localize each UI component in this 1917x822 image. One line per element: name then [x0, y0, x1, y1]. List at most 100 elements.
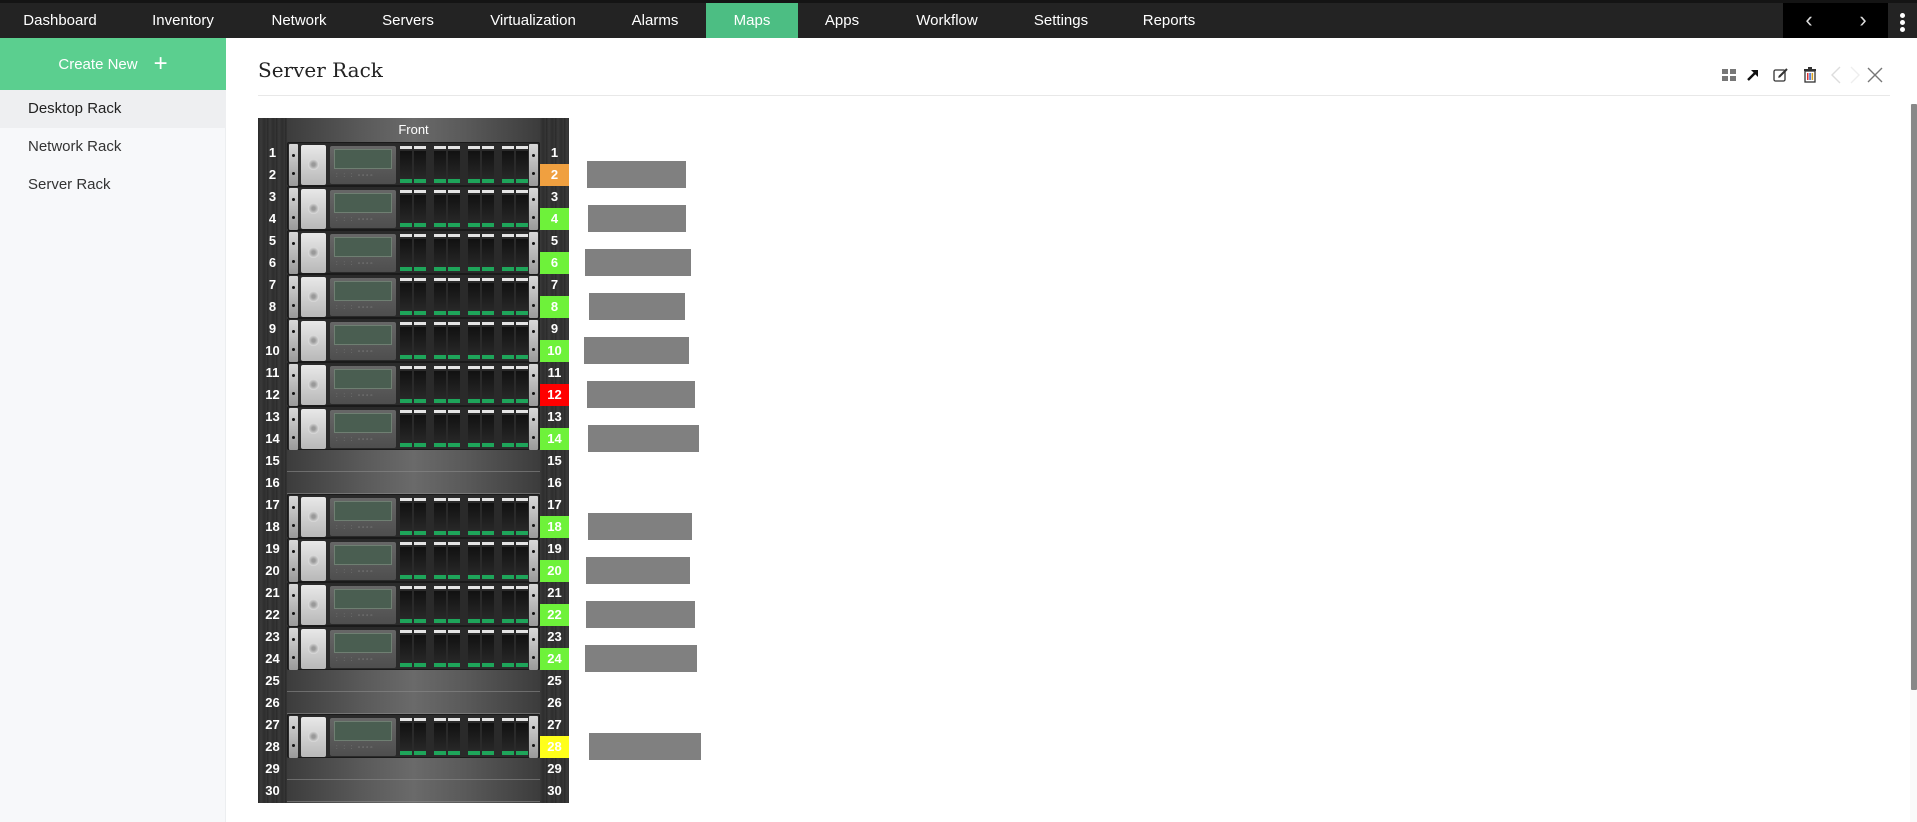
server-unit[interactable]: : : : ▫▫▫▫ [287, 714, 540, 758]
server-panel: : : : ▫▫▫▫ [330, 146, 396, 184]
sidebar-item-network-rack[interactable]: Network Rack [0, 128, 226, 166]
unit-number-left: 9 [268, 321, 277, 336]
unit-number-right: 29 [547, 761, 562, 776]
redacted-device-label[interactable] [586, 557, 690, 584]
server-panel: : : : ▫▫▫▫ [330, 718, 396, 756]
server-panel: : : : ▫▫▫▫ [330, 498, 396, 536]
drive-bay-icon [501, 541, 515, 581]
drive-bay-icon [481, 233, 495, 273]
tab-inventory[interactable]: Inventory [120, 3, 246, 38]
drive-bays [399, 145, 528, 185]
drive-bay-icon [413, 365, 427, 405]
tab-apps[interactable]: Apps [798, 3, 886, 38]
expand-arrow-icon[interactable] [1743, 64, 1763, 86]
rack-ear-left [289, 276, 298, 318]
server-unit[interactable]: : : : ▫▫▫▫ [287, 494, 540, 538]
redacted-device-label[interactable] [587, 161, 686, 188]
tab-alarms[interactable]: Alarms [610, 3, 700, 38]
redacted-device-label[interactable] [588, 513, 692, 540]
server-panel: : : : ▫▫▫▫ [330, 410, 396, 448]
unit-number-left: 18 [265, 519, 280, 534]
drive-bay-icon [433, 497, 447, 537]
empty-slot-divider [287, 471, 540, 472]
drive-bay-icon [399, 409, 413, 449]
server-unit[interactable]: : : : ▫▫▫▫ [287, 626, 540, 670]
rack-ear-left [289, 496, 298, 538]
tab-servers[interactable]: Servers [360, 3, 456, 38]
server-unit[interactable]: : : : ▫▫▫▫ [287, 142, 540, 186]
redacted-device-label[interactable] [589, 293, 685, 320]
lcd-display [334, 237, 392, 257]
rack-ear-right [529, 496, 538, 538]
server-unit[interactable]: : : : ▫▫▫▫ [287, 230, 540, 274]
tab-maps[interactable]: Maps [706, 3, 798, 38]
tab-reports[interactable]: Reports [1120, 3, 1218, 38]
drive-bay-icon [413, 629, 427, 669]
unit-number-right: 10 [547, 343, 562, 358]
unit-number-right: 12 [547, 387, 562, 402]
drive-bays [399, 233, 528, 273]
next-icon[interactable] [1845, 64, 1865, 86]
unit-number-right: 7 [550, 277, 559, 292]
chevron-left-icon[interactable]: ‹ [1789, 3, 1829, 38]
sidebar-item-desktop-rack[interactable]: Desktop Rack [0, 90, 226, 128]
tab-virtualization[interactable]: Virtualization [470, 3, 596, 38]
drive-bay-icon [467, 585, 481, 625]
unit-number-right: 4 [550, 211, 559, 226]
redacted-device-label[interactable] [586, 601, 695, 628]
unit-number-right: 24 [547, 651, 562, 666]
unit-number-right: 25 [547, 673, 562, 688]
empty-slot-divider [287, 779, 540, 780]
redacted-device-label[interactable] [584, 337, 689, 364]
sidebar-item-server-rack[interactable]: Server Rack [0, 166, 226, 204]
edit-icon[interactable] [1771, 64, 1791, 86]
unit-number-left: 25 [265, 673, 280, 688]
drive-bays [399, 189, 528, 229]
drive-bay-icon [467, 189, 481, 229]
server-unit[interactable]: : : : ▫▫▫▫ [287, 318, 540, 362]
rack-ear-left [289, 188, 298, 230]
drive-bay-icon [433, 145, 447, 185]
redacted-device-label[interactable] [588, 425, 699, 452]
tab-network[interactable]: Network [252, 3, 346, 38]
server-unit[interactable]: : : : ▫▫▫▫ [287, 274, 540, 318]
unit-number-left: 3 [268, 189, 277, 204]
drive-bay-icon [515, 717, 529, 757]
tab-workflow[interactable]: Workflow [895, 3, 999, 38]
grid-view-icon[interactable] [1719, 64, 1739, 86]
unit-number-left: 16 [265, 475, 280, 490]
drive-bay-icon [447, 365, 461, 405]
drive-bay-icon [433, 541, 447, 581]
drive-bay-icon [399, 497, 413, 537]
drive-bay-icon [399, 277, 413, 317]
server-unit[interactable]: : : : ▫▫▫▫ [287, 186, 540, 230]
scrollbar-thumb[interactable] [1911, 104, 1917, 690]
redacted-device-label[interactable] [589, 733, 701, 760]
redacted-device-label[interactable] [588, 205, 686, 232]
drive-bay-icon [399, 629, 413, 669]
tab-settings[interactable]: Settings [1013, 3, 1109, 38]
empty-slot-divider [287, 801, 540, 802]
chevron-right-icon[interactable]: › [1843, 3, 1883, 38]
drive-bay-icon [399, 585, 413, 625]
create-new-button[interactable]: Create New + [0, 38, 226, 90]
redacted-device-label[interactable] [585, 645, 697, 672]
server-unit[interactable]: : : : ▫▫▫▫ [287, 362, 540, 406]
drive-bays [399, 629, 528, 669]
previous-icon[interactable] [1826, 64, 1846, 86]
tab-scroll-controls: ‹ › [1783, 3, 1888, 38]
server-unit[interactable]: : : : ▫▫▫▫ [287, 582, 540, 626]
drive-bay-icon [413, 277, 427, 317]
drive-bay-icon [467, 321, 481, 361]
server-panel: : : : ▫▫▫▫ [330, 586, 396, 624]
tab-dashboard[interactable]: Dashboard [0, 3, 120, 38]
more-options-icon[interactable] [1888, 3, 1917, 38]
server-unit[interactable]: : : : ▫▫▫▫ [287, 538, 540, 582]
delete-icon[interactable] [1800, 64, 1820, 86]
unit-number-right: 9 [550, 321, 559, 336]
redacted-device-label[interactable] [587, 381, 695, 408]
close-icon[interactable] [1865, 64, 1885, 86]
server-unit[interactable]: : : : ▫▫▫▫ [287, 406, 540, 450]
unit-number-right: 5 [550, 233, 559, 248]
redacted-device-label[interactable] [585, 249, 691, 276]
